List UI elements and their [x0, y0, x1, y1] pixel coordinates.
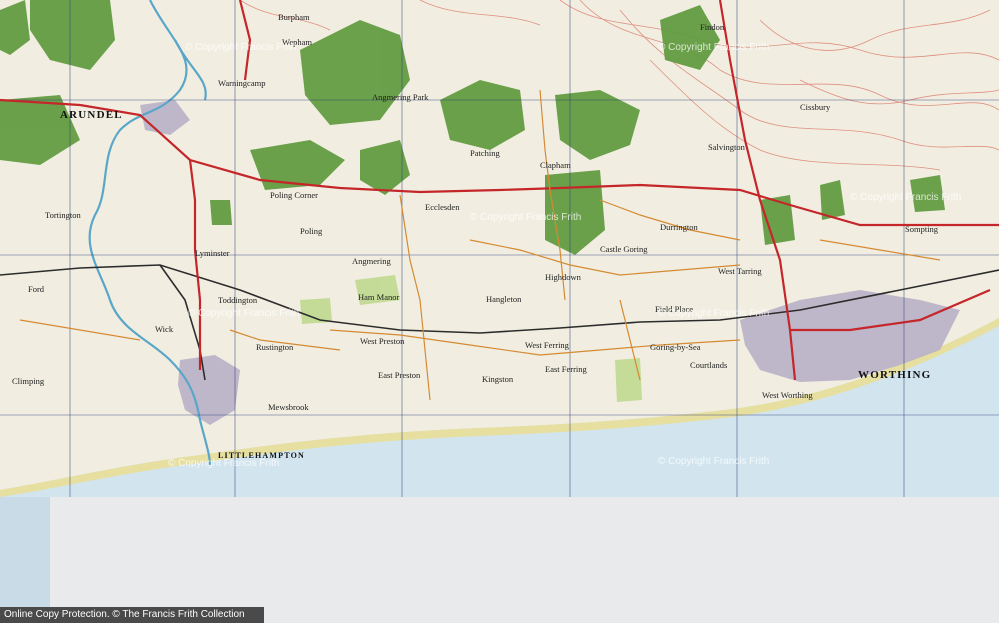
label-hangleton: Hangleton [486, 294, 522, 304]
label-lyminster: Lyminster [195, 248, 230, 258]
label-west-tarring: West Tarring [718, 266, 762, 276]
label-goring-by-sea: Goring-by-Sea [650, 342, 701, 352]
label-east-ferring: East Ferring [545, 364, 588, 374]
label-burpham: Burpham [278, 12, 310, 22]
label-rustington: Rustington [256, 342, 294, 352]
label-toddington: Toddington [218, 295, 258, 305]
historic-os-map[interactable]: ARUNDEL WORTHING LITTLEHAMPTON Burpham W… [0, 0, 999, 497]
label-mewsbrook: Mewsbrook [268, 402, 309, 412]
watermark: © Copyright Francis Frith [658, 456, 769, 467]
map-edge-strip [0, 497, 50, 607]
label-salvington: Salvington [708, 142, 746, 152]
label-sompting: Sompting [905, 224, 939, 234]
label-patching: Patching [470, 148, 500, 158]
label-kingston: Kingston [482, 374, 514, 384]
empty-canvas-area [50, 497, 999, 623]
label-angmering-park: Angmering Park [372, 92, 429, 102]
watermark: © Copyright Francis Frith [188, 308, 299, 319]
label-ford: Ford [28, 284, 45, 294]
label-west-preston: West Preston [360, 336, 405, 346]
label-angmering: Angmering [352, 256, 391, 266]
label-ecclesden: Ecclesden [425, 202, 460, 212]
label-courtlands: Courtlands [690, 360, 727, 370]
label-worthing: WORTHING [858, 369, 931, 381]
label-poling-corner: Poling Corner [270, 190, 318, 200]
label-ham-manor: Ham Manor [358, 292, 399, 302]
watermark: © Copyright Francis Frith [658, 42, 769, 53]
label-west-worthing: West Worthing [762, 390, 813, 400]
label-arundel: ARUNDEL [60, 109, 123, 121]
label-clapham: Clapham [540, 160, 571, 170]
label-castle-goring: Castle Goring [600, 244, 648, 254]
label-tortington: Tortington [45, 210, 82, 220]
watermark: © Copyright Francis Frith [658, 308, 769, 319]
label-climping: Climping [12, 376, 45, 386]
label-cissbury: Cissbury [800, 102, 831, 112]
label-east-preston: East Preston [378, 370, 421, 380]
label-warningcamp: Warningcamp [218, 78, 265, 88]
map-viewer: ARUNDEL WORTHING LITTLEHAMPTON Burpham W… [0, 0, 999, 623]
label-highdown: Highdown [545, 272, 582, 282]
watermark: © Copyright Francis Frith [185, 42, 296, 53]
label-poling: Poling [300, 226, 323, 236]
label-wick: Wick [155, 324, 174, 334]
watermark: © Copyright Francis Frith [850, 192, 961, 203]
label-west-ferring: West Ferring [525, 340, 570, 350]
watermark: © Copyright Francis Frith [470, 212, 581, 223]
copy-protection-footer: Online Copy Protection. © The Francis Fr… [0, 607, 264, 623]
label-findon: Findon [700, 22, 725, 32]
watermark: © Copyright Francis Frith [168, 458, 279, 469]
label-durrington: Durrington [660, 222, 699, 232]
